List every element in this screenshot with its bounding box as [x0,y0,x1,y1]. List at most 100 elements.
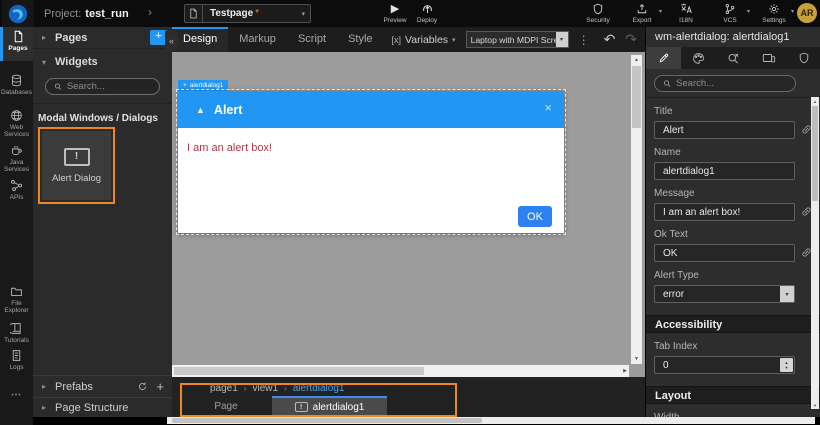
name-field[interactable] [654,162,795,180]
tab-style[interactable]: Style [337,27,383,52]
scrollbar-thumb[interactable] [812,106,818,201]
alert-dialog-message: I am an alert box! [187,142,272,154]
widget-selection-tag[interactable]: + alertdialog1 [178,80,228,91]
title-field[interactable] [654,121,795,139]
footer-tab-page[interactable]: Page [180,398,272,416]
i18n-icon [680,2,693,15]
globe-icon [10,109,23,122]
tab-script[interactable]: Script [287,27,337,52]
rail-overflow-icon[interactable]: ••• [0,392,33,399]
canvas-vertical-scrollbar[interactable]: ▲ ▼ [631,55,642,364]
device-icon [762,51,776,65]
scroll-up-icon[interactable]: ▲ [631,55,642,65]
variables-button[interactable]: [x] Variables ▾ [392,34,456,46]
database-icon [10,74,23,87]
user-avatar[interactable]: AR [797,3,817,23]
sidebar-item-file-explorer[interactable]: File Explorer [0,282,33,315]
name-field-label: Name [654,147,795,158]
close-icon[interactable]: × [544,100,552,115]
preview-button[interactable]: ▶ Preview [378,2,412,24]
palette-icon [692,52,705,65]
coffee-cup-icon [10,144,23,157]
scrollbar-thumb[interactable] [632,66,641,128]
alert-dialog-widget[interactable]: ! Alert Dialog [42,131,111,200]
oktext-field[interactable] [654,244,795,262]
breadcrumb-item-alertdialog1[interactable]: alertdialog1 [293,383,345,394]
export-button[interactable]: ▾ Export [626,2,658,24]
widgets-section-header[interactable]: ▾ Widgets [33,49,172,75]
prefabs-section-header[interactable]: ▸ Prefabs + [33,375,172,397]
collapse-panel-button[interactable]: « [165,31,178,51]
scroll-right-icon[interactable]: ▶ [623,365,627,377]
breadcrumb-item-view1[interactable]: view1 [252,383,278,394]
property-search-input[interactable] [676,78,787,89]
footer-tab-alertdialog1[interactable]: ! alertdialog1 [272,396,387,416]
i18n-button[interactable]: I18N [670,2,702,24]
tab-properties[interactable] [646,47,681,69]
vcs-button[interactable]: ▾ VCS [714,2,746,24]
undo-button[interactable]: ↶ [604,31,616,48]
project-name: test_run [85,8,128,20]
widget-search[interactable] [45,78,160,95]
alerttype-select[interactable]: error ▾ [654,285,795,303]
deploy-label: Deploy [417,17,437,24]
tab-design[interactable]: Design [172,27,228,52]
breadcrumb-item-page1[interactable]: page1 [210,383,238,394]
footer-tab-label: alertdialog1 [313,402,365,413]
api-nodes-icon [10,179,23,192]
add-prefab-button[interactable]: + [156,379,164,394]
page-selector-value: Testpage [210,8,253,19]
scrollbar-thumb[interactable] [174,367,424,375]
scrollbar-thumb[interactable] [172,418,482,423]
design-canvas[interactable]: + alertdialog1 ▲ Alert × I am an alert b… [172,52,645,377]
app-logo[interactable] [2,0,34,27]
export-icon [636,2,648,15]
deploy-button[interactable]: Deploy [410,2,444,24]
sidebar-item-web-services[interactable]: Web Services [0,106,33,139]
device-selector-dropdown[interactable]: Laptop with MDPI Screen ▾ [466,31,569,48]
sidebar-item-databases[interactable]: Databases [0,71,33,96]
page-structure-section-header[interactable]: ▸ Page Structure [33,397,172,417]
alert-dialog-preview[interactable]: ▲ Alert × I am an alert box! OK [178,91,564,233]
alert-dialog-icon: ! [64,148,90,166]
alert-ok-button[interactable]: OK [518,206,552,227]
scroll-down-icon[interactable]: ▼ [631,354,642,364]
more-options-icon[interactable]: ⋮ [578,33,590,47]
scroll-down-icon[interactable]: ▼ [811,401,819,409]
page-structure-header-label: Page Structure [55,402,128,414]
properties-scrollbar[interactable]: ▲ ▼ [811,97,819,409]
wavemaker-logo-icon [7,3,29,25]
page-selector-dropdown[interactable]: Testpage * ▾ [184,4,311,23]
widget-search-input[interactable] [67,81,151,92]
refresh-icon[interactable] [137,381,148,392]
message-field[interactable] [654,203,795,221]
tab-styles[interactable] [681,47,716,69]
page-horizontal-scrollbar[interactable] [167,417,815,424]
stepper-down-icon[interactable]: ▼ [785,365,789,370]
security-button[interactable]: Security [582,2,614,24]
settings-button[interactable]: ▾ Settings [758,2,790,24]
warning-triangle-icon: ▲ [196,105,205,115]
tab-security[interactable] [786,47,820,69]
tab-events[interactable] [716,47,751,69]
number-stepper[interactable]: ▲ ▼ [780,358,793,372]
canvas-horizontal-scrollbar[interactable]: ▶ [172,365,629,377]
redo-button[interactable]: ↷ [625,31,637,48]
magnifier-x-icon [727,52,740,65]
sidebar-item-pages[interactable]: Pages [0,27,33,61]
pages-section-header[interactable]: ▸ Pages + [33,27,172,49]
sidebar-item-apis[interactable]: APIs [0,176,33,201]
pencil-icon [658,52,670,64]
tab-markup[interactable]: Markup [228,27,287,52]
alerttype-field-label: Alert Type [654,270,795,281]
chevron-down-icon: ▾ [659,8,662,15]
tab-device[interactable] [751,47,786,69]
chevron-right-icon: ▸ [42,382,50,391]
sidebar-item-java-services[interactable]: Java Services [0,141,33,174]
sidebar-item-tutorials[interactable]: Tutorials [0,319,33,344]
sidebar-item-logs[interactable]: Logs [0,346,33,371]
breadcrumb: page1 › view1 › alertdialog1 [210,381,344,396]
tabindex-field[interactable] [654,356,795,374]
property-search[interactable] [654,75,796,92]
scroll-up-icon[interactable]: ▲ [811,97,819,105]
